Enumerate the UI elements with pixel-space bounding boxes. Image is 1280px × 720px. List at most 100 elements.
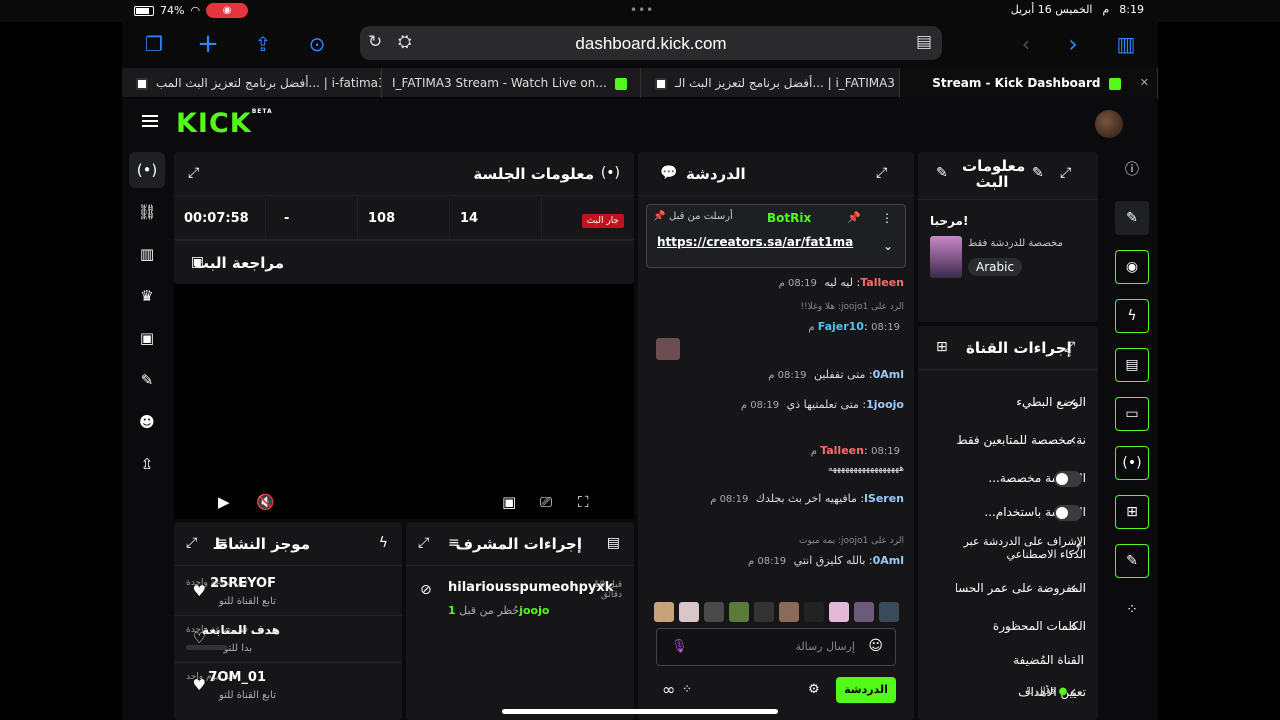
- action-ai-moderation[interactable]: الإشراف على الدردشة عبر الذكاء الاصطناعي…: [918, 532, 1098, 570]
- link-icon[interactable]: ⛓: [129, 194, 165, 230]
- chat-bubble-icon[interactable]: ▭: [1115, 397, 1149, 431]
- address-bar[interactable]: ↻ ⛭ dashboard.kick.com ▤: [360, 26, 942, 60]
- edit-icon[interactable]: ✎: [1032, 165, 1044, 181]
- emote-button[interactable]: [804, 602, 824, 622]
- forward-icon[interactable]: ›: [1059, 30, 1087, 58]
- channel-actions-icon[interactable]: ⊞: [1115, 495, 1149, 529]
- share-icon[interactable]: ⇪: [249, 30, 277, 58]
- category-thumbnail[interactable]: [930, 236, 962, 278]
- tab-kick-dashboard[interactable]: Stream - Kick Dashboard ✕: [900, 68, 1158, 98]
- chat-message[interactable]: 0Aml: متى تقفلين 08:19 م: [764, 368, 904, 381]
- avatar[interactable]: [1095, 110, 1123, 138]
- gear-icon[interactable]: ⚙: [808, 682, 820, 697]
- action-chat-using[interactable]: الدردشة باستخدام...: [918, 498, 1098, 528]
- lightning-icon[interactable]: ϟ: [1115, 299, 1149, 333]
- chat-message[interactable]: 1joojo: متى تعلمتيها ذي 08:19 م: [737, 398, 904, 411]
- emote-button[interactable]: [729, 602, 749, 622]
- action-followers-only[interactable]: نة مخصصة للمتابعين فقط ›: [918, 426, 1098, 456]
- video-icon[interactable]: ▣: [129, 320, 165, 356]
- broadcast-icon[interactable]: (•): [1115, 446, 1149, 480]
- emote-button[interactable]: [779, 602, 799, 622]
- mute-icon[interactable]: 🔇: [256, 493, 275, 511]
- close-tab-icon[interactable]: ✕: [1140, 68, 1149, 98]
- home-indicator[interactable]: [502, 709, 778, 714]
- chat-message[interactable]: Fajer10: 08:19 م: [804, 320, 904, 333]
- expand-icon[interactable]: ⤢: [186, 535, 197, 551]
- expand-icon[interactable]: ⤢: [418, 535, 429, 551]
- action-banned-words[interactable]: الكلمات المحظورة ›: [918, 612, 1098, 642]
- download-icon[interactable]: ⊙: [303, 30, 331, 58]
- info-icon[interactable]: ⓘ: [1115, 152, 1149, 186]
- menu-icon[interactable]: [142, 115, 158, 127]
- emote-button[interactable]: [654, 602, 674, 622]
- language-tag[interactable]: Arabic: [968, 258, 1023, 276]
- video-player[interactable]: ▶ 🔇 ▣ ⎚ ⛶: [174, 284, 634, 519]
- pin-icon[interactable]: 📌: [847, 211, 861, 224]
- chat-message[interactable]: Talleen: 08:19 م: [807, 444, 904, 457]
- infinity-icon[interactable]: ∞: [662, 680, 675, 699]
- pinned-link[interactable]: https://creators.sa/ar/fat1ma: [657, 235, 853, 249]
- expand-icon[interactable]: ⤢: [1060, 165, 1071, 181]
- more-dots-icon[interactable]: ⁘: [1115, 593, 1149, 627]
- emote-button[interactable]: [879, 602, 899, 622]
- back-icon[interactable]: ‹: [1012, 30, 1040, 58]
- trophy-icon[interactable]: ♛: [129, 278, 165, 314]
- emote-button[interactable]: [679, 602, 699, 622]
- document-icon[interactable]: ▤: [1115, 348, 1149, 382]
- pinned-user[interactable]: BotRix: [767, 211, 811, 225]
- emote-button[interactable]: [704, 602, 724, 622]
- kick-logo[interactable]: KICKBETA: [176, 108, 273, 139]
- dots-icon[interactable]: ⁘: [682, 682, 692, 696]
- play-icon[interactable]: ▶: [218, 493, 230, 511]
- chat-message[interactable]: lSeren: مافيهيه اخر بث بجلدك 08:19 م: [706, 492, 904, 505]
- emote-button[interactable]: [829, 602, 849, 622]
- chat-user[interactable]: lSeren: [864, 492, 904, 505]
- analytics-icon[interactable]: ▥: [129, 236, 165, 272]
- chevron-down-icon[interactable]: ⌄: [883, 239, 893, 253]
- tab-3[interactable]: أفضل برنامج لتعزيز البث الـ... | i_FATIM…: [641, 68, 900, 98]
- action-account-age[interactable]: المفروضة على عمر الحساب ›: [918, 574, 1098, 604]
- pinned-message[interactable]: ⋮ 📌 BotRix أرسلت من قبل 📌 https://creato…: [646, 204, 906, 268]
- sidebar-icon[interactable]: ▥: [1112, 30, 1140, 58]
- mic-icon[interactable]: 🎙: [671, 639, 688, 654]
- chat-message[interactable]: Talleen: ليه ليه 08:19 م: [775, 276, 904, 289]
- chat-user[interactable]: Fajer10: [818, 320, 864, 333]
- chat-user[interactable]: 1joojo: [866, 398, 904, 411]
- emote-button[interactable]: [754, 602, 774, 622]
- emoji-icon[interactable]: ☺: [868, 638, 883, 654]
- action-chat-restricted[interactable]: الدردشة مخصصة...: [918, 464, 1098, 494]
- pip-icon[interactable]: ▣: [502, 493, 516, 511]
- sidebar-tabs-icon[interactable]: ❐: [140, 30, 168, 58]
- theater-icon[interactable]: ⎚: [540, 493, 552, 511]
- reader-icon[interactable]: ▤: [916, 32, 932, 52]
- live-icon[interactable]: (•): [129, 152, 165, 188]
- multitask-dots[interactable]: •••: [630, 3, 654, 17]
- upload-icon[interactable]: ⇫: [129, 446, 165, 482]
- toggle-switch[interactable]: [1054, 471, 1082, 487]
- users-icon[interactable]: ☻: [129, 404, 165, 440]
- chat-user[interactable]: 0Aml: [873, 368, 904, 381]
- chat-user[interactable]: 0Aml: [873, 554, 904, 567]
- action-slow-mode[interactable]: الوضع البطيء ›: [918, 388, 1098, 418]
- expand-icon[interactable]: ⤢: [188, 165, 199, 181]
- fullscreen-icon[interactable]: ⛶: [578, 493, 589, 511]
- wrench-icon[interactable]: ✎: [936, 165, 948, 181]
- tab-1[interactable]: أفضل برنامج لتعزيز البث المب... | i-fati…: [122, 68, 382, 98]
- wrench-icon[interactable]: ✎: [129, 362, 165, 398]
- chat-message[interactable]: 0Aml: بالله كليزق انتي 08:19 م: [744, 554, 904, 567]
- chat-user[interactable]: Talleen: [820, 444, 864, 457]
- chat-input[interactable]: 🎙 إرسال رسالة ☺: [656, 628, 896, 666]
- chat-user[interactable]: Talleen: [860, 276, 904, 289]
- expand-icon[interactable]: ⤢: [876, 165, 887, 181]
- toggle-switch[interactable]: [1054, 505, 1082, 521]
- more-icon[interactable]: ⋮: [881, 211, 893, 225]
- tab-2[interactable]: I_FATIMA3 Stream - Watch Live on...: [382, 68, 641, 98]
- action-set-goals[interactable]: تعيين الأهداف ● فعال 1 ›: [918, 678, 1098, 708]
- wrench-icon[interactable]: ✎: [1115, 544, 1149, 578]
- chat-send-button[interactable]: الدردشة: [836, 677, 896, 703]
- new-tab-icon[interactable]: +: [194, 30, 222, 58]
- emote-button[interactable]: [854, 602, 874, 622]
- action-host-channel[interactable]: القناة المُضيفة: [918, 646, 1098, 676]
- edit-icon[interactable]: ✎: [1115, 201, 1149, 235]
- camera-icon[interactable]: ◉: [1115, 250, 1149, 284]
